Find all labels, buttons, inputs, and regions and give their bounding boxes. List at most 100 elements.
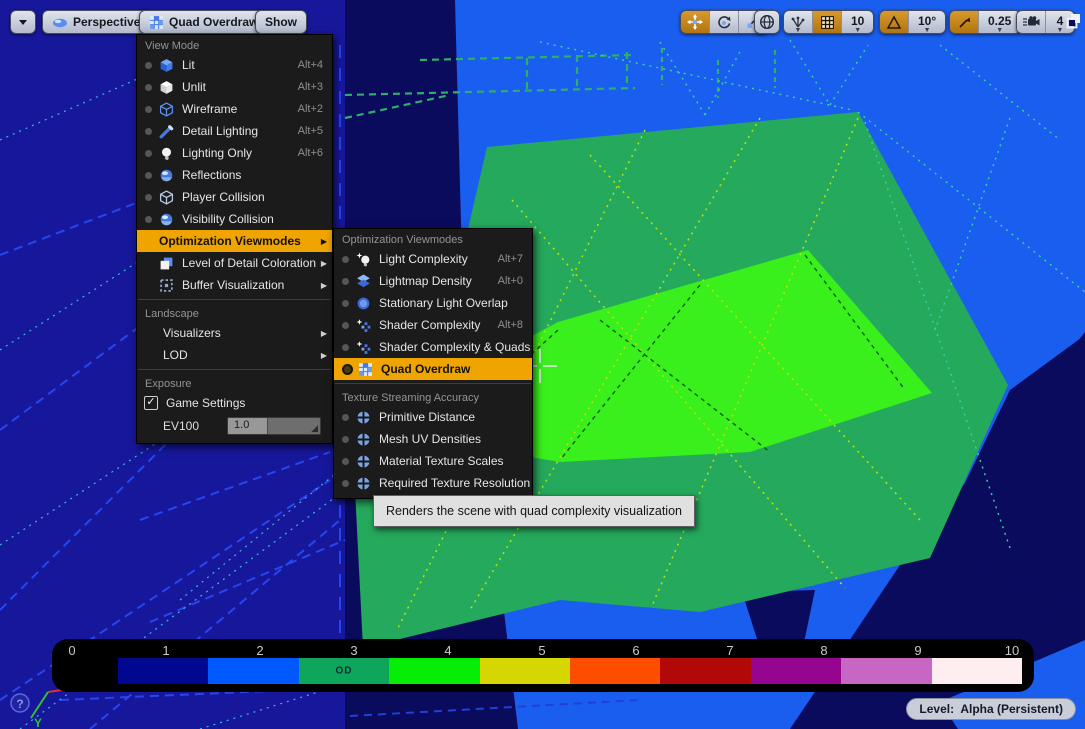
legend-number: 10 [1005, 643, 1019, 658]
menu-item-buffer-visualization[interactable]: Buffer Visualization ▶ [137, 274, 332, 296]
lightmap-density-icon [356, 274, 371, 289]
legend-swatch [660, 658, 750, 684]
sphere-icon [159, 168, 174, 183]
grid-snap-toggle[interactable] [813, 11, 842, 33]
menu-separator [138, 299, 331, 300]
menu-item-visibility-collision[interactable]: Visibility Collision [137, 208, 332, 230]
viewmode-button[interactable]: Quad Overdraw [139, 10, 268, 34]
shader-complexity-quads-icon [356, 340, 371, 355]
game-settings-row[interactable]: ✓ Game Settings [137, 392, 332, 413]
menu-item-quad-overdraw[interactable]: Quad Overdraw [334, 358, 532, 380]
legend-swatch [841, 658, 931, 684]
quad-overdraw-icon [358, 362, 373, 377]
legend-number: 8 [820, 643, 827, 658]
ev100-label: EV100 [163, 419, 199, 433]
radio-selected-icon [342, 364, 353, 375]
menu-item-mesh-uv-densities[interactable]: Mesh UV Densities [334, 428, 532, 450]
legend-number: 0 [68, 643, 75, 658]
exposure-header: Exposure [137, 373, 332, 392]
maximize-viewport-button[interactable] [1065, 12, 1085, 32]
menu-item-lighting-only[interactable]: Lighting Only Alt+6 [137, 142, 332, 164]
grid-snap-value[interactable]: 10 ▼ [842, 11, 873, 33]
menu-item-lod[interactable]: LOD ▶ [137, 344, 332, 366]
overdraw-legend: 0 1 2 3 4 5 6 7 8 9 10 OD [52, 639, 1034, 692]
menu-item-detail-lighting[interactable]: Detail Lighting Alt+5 [137, 120, 332, 142]
menu-item-primitive-distance[interactable]: Primitive Distance [334, 406, 532, 428]
menu-item-unlit[interactable]: Unlit Alt+3 [137, 76, 332, 98]
rotate-tool-button[interactable] [710, 11, 739, 33]
menu-separator [138, 369, 331, 370]
radio-icon [342, 436, 349, 443]
angle-snap-value[interactable]: 10° ▼ [909, 11, 945, 33]
menu-item-reflections[interactable]: Reflections [137, 164, 332, 186]
legend-number: 4 [444, 643, 451, 658]
perspective-label: Perspective [73, 15, 140, 29]
light-complexity-icon [356, 252, 371, 267]
angle-snap-group: 10° ▼ [879, 10, 946, 34]
checkbox-checked-icon[interactable]: ✓ [144, 396, 158, 410]
surface-snap-button[interactable]: ▼ [784, 11, 813, 33]
menu-item-optimization-viewmodes[interactable]: Optimization Viewmodes ▶ [137, 230, 332, 252]
radio-icon [342, 480, 349, 487]
drag-handle-icon[interactable]: ◢ [311, 423, 318, 434]
perspective-button[interactable]: Perspective [42, 10, 150, 34]
radio-icon [342, 322, 349, 329]
globe-icon [759, 14, 775, 30]
move-icon [687, 14, 703, 30]
caret-down-icon: ▼ [996, 27, 1003, 34]
ev100-slider[interactable]: 1.0 ◢ [227, 417, 321, 435]
legend-swatches: OD [118, 658, 1022, 684]
legend-swatch [208, 658, 298, 684]
help-icon[interactable]: ? [11, 694, 29, 712]
scale-snap-toggle[interactable] [950, 11, 979, 33]
menu-item-lit[interactable]: Lit Alt+4 [137, 54, 332, 76]
viewport-options-button[interactable] [10, 10, 36, 34]
legend-swatch [570, 658, 660, 684]
level-label: Level: [919, 702, 954, 716]
move-tool-button[interactable] [681, 11, 710, 33]
svg-text:?: ? [16, 697, 23, 711]
perspective-icon [52, 15, 68, 29]
legend-swatch [480, 658, 570, 684]
camera-speed-icon [1022, 15, 1040, 29]
menu-item-player-collision[interactable]: Player Collision [137, 186, 332, 208]
angle-snap-toggle[interactable] [880, 11, 909, 33]
axis-y-label: Y [34, 716, 42, 729]
scale-snap-group: 0.25 ▼ [949, 10, 1021, 34]
menu-item-lightmap-density[interactable]: Lightmap Density Alt+0 [334, 270, 532, 292]
world-coordinate-button[interactable] [754, 10, 780, 34]
menu-item-lod-coloration[interactable]: Level of Detail Coloration ▶ [137, 252, 332, 274]
legend-swatch [389, 658, 479, 684]
scale-snap-value[interactable]: 0.25 ▼ [979, 11, 1020, 33]
rotate-icon [716, 14, 732, 30]
show-button[interactable]: Show [255, 10, 307, 34]
radio-icon [342, 414, 349, 421]
camera-speed-button[interactable] [1017, 11, 1046, 33]
optimization-submenu: Optimization Viewmodes Light Complexity … [333, 228, 533, 499]
viewmode-menu: View Mode Lit Alt+4 Unlit Alt+3 Wirefram… [136, 34, 333, 444]
menu-item-required-texture-resolution[interactable]: Required Texture Resolution [334, 472, 532, 494]
buffer-visualization-icon [159, 278, 174, 293]
circle-plus-icon [356, 432, 371, 447]
maximize-icon [1065, 12, 1083, 30]
menu-item-wireframe[interactable]: Wireframe Alt+2 [137, 98, 332, 120]
wireframe-cube-icon [159, 102, 174, 117]
legend-number: 3 [350, 643, 357, 658]
landscape-header: Landscape [137, 303, 332, 322]
caret-down-icon: ▼ [795, 27, 802, 34]
radio-icon [145, 106, 152, 113]
brush-icon [159, 124, 174, 139]
collision-sphere-icon [159, 212, 174, 227]
caret-down-icon: ▼ [1057, 27, 1064, 34]
menu-item-light-complexity[interactable]: Light Complexity Alt+7 [334, 248, 532, 270]
legend-number: 6 [632, 643, 639, 658]
lod-coloration-icon [159, 256, 174, 271]
legend-number: 5 [538, 643, 545, 658]
caret-down-icon: ▼ [924, 27, 931, 34]
menu-item-shader-complexity[interactable]: Shader Complexity Alt+8 [334, 314, 532, 336]
menu-item-visualizers[interactable]: Visualizers ▶ [137, 322, 332, 344]
menu-item-shader-complexity-quads[interactable]: Shader Complexity & Quads [334, 336, 532, 358]
menu-item-stationary-light-overlap[interactable]: Stationary Light Overlap [334, 292, 532, 314]
tooltip: Renders the scene with quad complexity v… [373, 495, 695, 527]
menu-item-material-texture-scales[interactable]: Material Texture Scales [334, 450, 532, 472]
